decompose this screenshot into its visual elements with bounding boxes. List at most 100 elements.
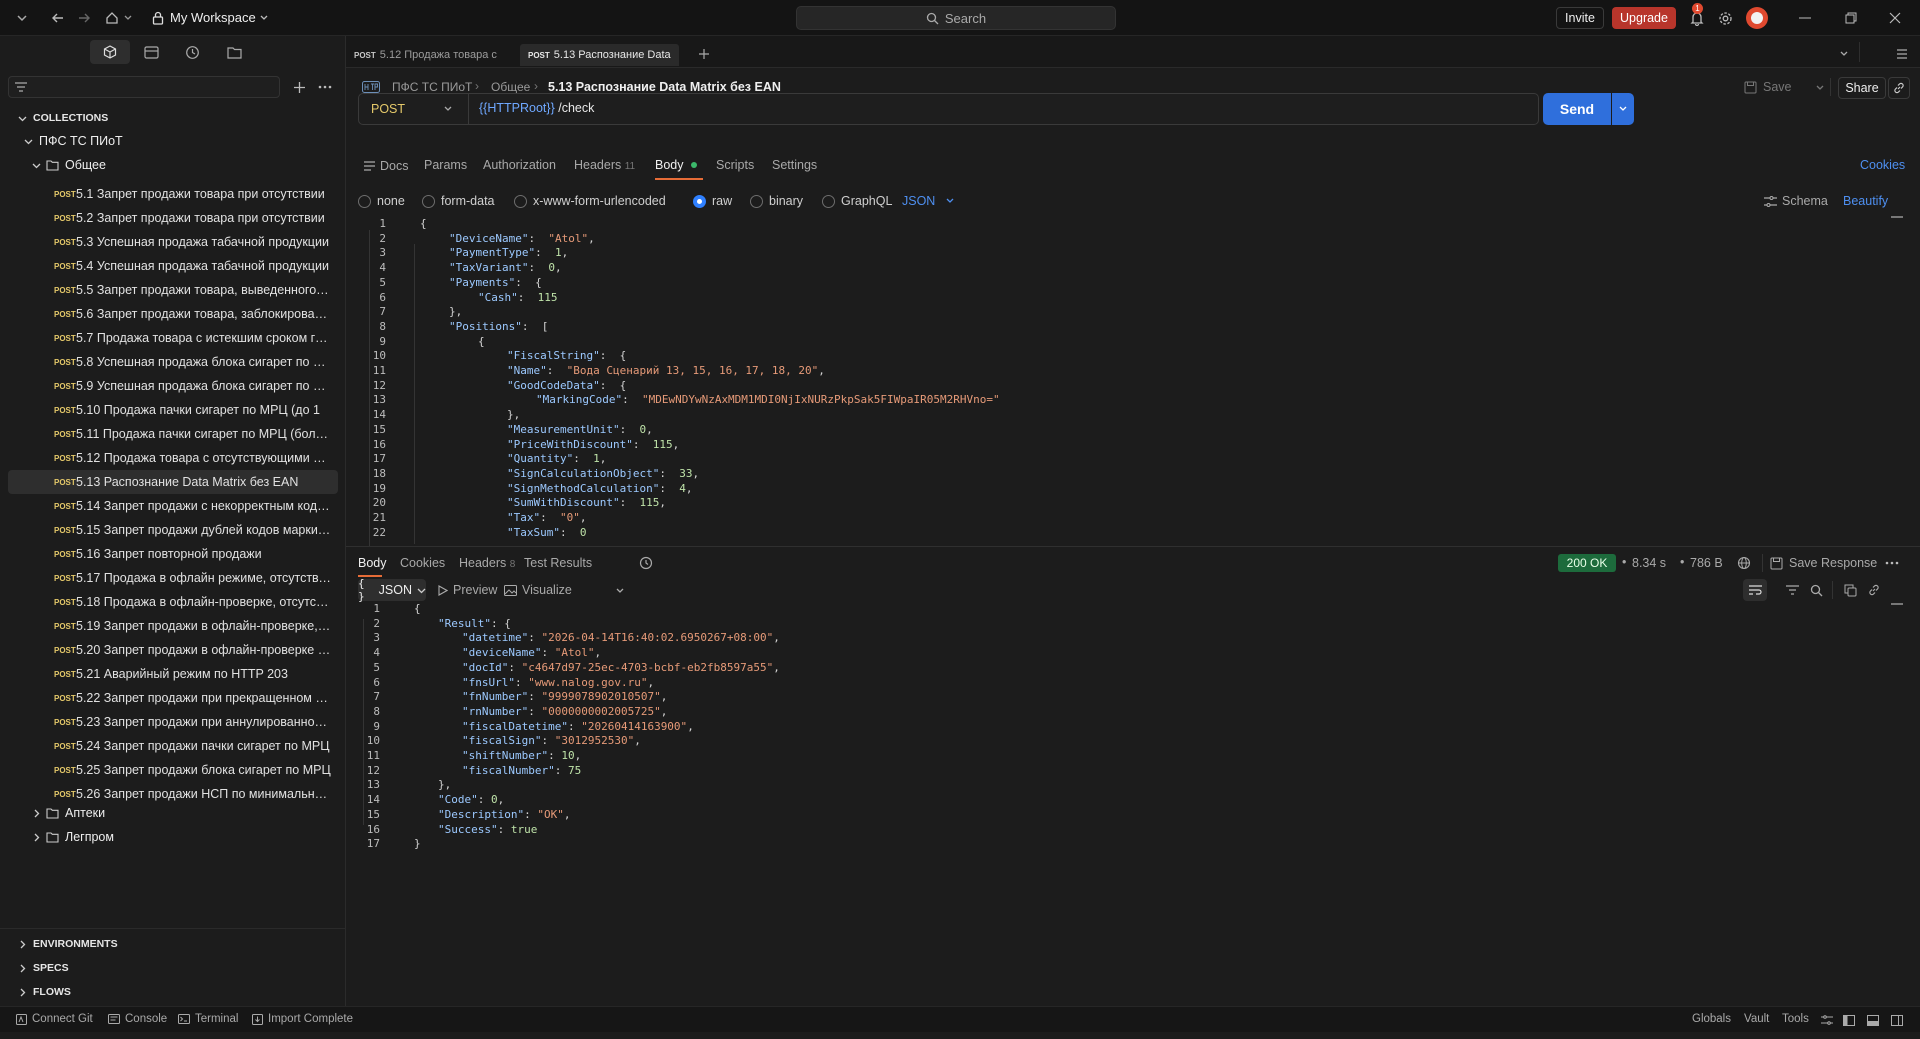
send-button[interactable]: Send	[1543, 93, 1611, 125]
upgrade-button[interactable]: Upgrade	[1612, 7, 1676, 29]
chevron-down-icon[interactable]	[614, 585, 626, 597]
tab-authorization[interactable]: Authorization	[483, 158, 556, 172]
cookies-link[interactable]: Cookies	[1860, 158, 1905, 172]
flows-section[interactable]: FLOWS	[18, 986, 71, 998]
minimize-icon[interactable]	[1796, 9, 1814, 27]
request-item[interactable]: POST 5.26 Запрет продажи НСП по минимальн…	[8, 782, 338, 806]
request-item[interactable]: POST 5.11 Продажа пачки сигарет по МРЦ (б…	[8, 422, 338, 446]
request-item[interactable]: POST 5.15 Запрет продажи дублей кодов мар…	[8, 518, 338, 542]
tab-request-active[interactable]: POST 5.13 Распознание Data	[520, 44, 679, 66]
copy-link-button[interactable]	[1888, 77, 1910, 99]
request-item[interactable]: POST 5.3 Успешная продажа табачной продук…	[8, 230, 338, 254]
request-item[interactable]: POST 5.18 Продажа в офлайн-проверке, отсу…	[8, 590, 338, 614]
request-item[interactable]: POST 5.19 Запрет продажи в офлайн-проверк…	[8, 614, 338, 638]
resp-tab-cookies[interactable]: Cookies	[400, 556, 445, 570]
vault-button[interactable]: Vault	[1744, 1013, 1769, 1025]
request-item[interactable]: POST 5.20 Запрет продажи в офлайн-проверк…	[8, 638, 338, 662]
request-item[interactable]: POST 5.2 Запрет продажи товара при отсутс…	[8, 206, 338, 230]
schema-button[interactable]: Schema	[1764, 194, 1828, 208]
layout-bottom-icon[interactable]	[1866, 1013, 1880, 1027]
request-item[interactable]: POST 5.6 Запрет продажи товара, заблокиро…	[8, 302, 338, 326]
save-response-button[interactable]: Save Response	[1770, 556, 1877, 570]
history-icon[interactable]	[638, 555, 654, 571]
radio-graphql[interactable]: GraphQL	[822, 194, 892, 208]
beautify-button[interactable]: Beautify	[1843, 194, 1888, 208]
share-button[interactable]: Share	[1838, 77, 1886, 99]
language-select[interactable]: JSON	[902, 194, 955, 208]
tab-options-icon[interactable]	[1894, 46, 1910, 62]
request-item[interactable]: POST 5.17 Продажа в офлайн режиме, отсутс…	[8, 566, 338, 590]
pane-divider[interactable]	[346, 546, 1920, 547]
chevron-down-icon[interactable]	[1814, 82, 1826, 94]
response-size[interactable]: 786 B	[1690, 556, 1723, 570]
more-options-icon[interactable]	[1884, 556, 1900, 570]
response-body-viewer[interactable]: 1 {2 "Result": {3 "datetime": "2026-04-14T1…	[346, 599, 1920, 1039]
folder-item[interactable]: Аптеки	[32, 806, 105, 820]
resp-tab-headers[interactable]: Headers 8	[459, 556, 515, 570]
specs-section[interactable]: SPECS	[18, 962, 69, 974]
radio-raw[interactable]: raw	[693, 194, 732, 208]
environments-section[interactable]: ENVIRONMENTS	[18, 938, 118, 950]
request-item[interactable]: POST 5.16 Запрет повторной продажи	[8, 542, 338, 566]
visualize-button[interactable]: Visualize	[504, 583, 572, 597]
environments-icon[interactable]	[142, 44, 160, 60]
gear-icon[interactable]	[1716, 9, 1734, 27]
close-icon[interactable]	[1886, 9, 1904, 27]
method-select[interactable]: POST	[359, 94, 469, 124]
collections-view-button[interactable]	[90, 40, 130, 64]
radio-urlencoded[interactable]: x-www-form-urlencoded	[514, 194, 666, 208]
resp-tab-body[interactable]: Body	[358, 556, 387, 570]
chevron-down-icon[interactable]	[14, 10, 30, 26]
folder-item[interactable]: Общее	[32, 158, 106, 172]
globe-icon[interactable]	[1736, 555, 1752, 571]
url-input[interactable]: {{HTTPRoot}} /check	[479, 101, 594, 115]
filter-input[interactable]	[8, 76, 280, 98]
request-item[interactable]: POST 5.1 Запрет продажи товара при отсутс…	[8, 182, 338, 206]
folder-item[interactable]: Легпром	[32, 830, 114, 844]
request-body-editor[interactable]: 1{2 "DeviceName": "Atol", 3 "PaymentType": …	[346, 216, 1920, 546]
more-options-icon[interactable]	[316, 78, 334, 96]
forward-arrow-icon[interactable]	[76, 10, 92, 26]
new-tab-plus-icon[interactable]	[696, 46, 712, 62]
request-item[interactable]: POST 5.14 Запрет продажи с некорректным к…	[8, 494, 338, 518]
send-options-button[interactable]	[1612, 93, 1634, 125]
layout-left-icon[interactable]	[1842, 1013, 1856, 1027]
response-time[interactable]: 8.34 s	[1632, 556, 1666, 570]
import-status[interactable]: Import Complete	[252, 1013, 353, 1025]
request-item[interactable]: POST 5.4 Успешная продажа табачной продук…	[8, 254, 338, 278]
invite-button[interactable]: Invite	[1556, 7, 1604, 29]
tab-body[interactable]: Body	[655, 158, 697, 172]
request-item[interactable]: POST 5.24 Запрет продажи пачки сигарет по…	[8, 734, 338, 758]
breadcrumb-collection[interactable]: ПФС ТС ПИоТ	[392, 80, 472, 94]
copy-icon[interactable]	[1842, 582, 1858, 598]
radio-none[interactable]: none	[358, 194, 405, 208]
format-select[interactable]: { } JSON	[358, 577, 426, 603]
back-arrow-icon[interactable]	[50, 10, 66, 26]
tab-scripts[interactable]: Scripts	[716, 158, 754, 172]
request-item[interactable]: POST 5.23 Запрет продажи при аннулированн…	[8, 710, 338, 734]
restore-icon[interactable]	[1842, 9, 1860, 27]
request-item[interactable]: POST 5.12 Продажа товара с отсутствующими…	[8, 446, 338, 470]
request-item[interactable]: POST 5.10 Продажа пачки сигарет по МРЦ (д…	[8, 398, 338, 422]
tab-docs[interactable]: Docs	[364, 159, 408, 173]
radio-binary[interactable]: binary	[750, 194, 803, 208]
save-button[interactable]: Save	[1744, 80, 1792, 94]
settings-sliders-icon[interactable]	[1820, 1013, 1834, 1027]
plus-icon[interactable]	[290, 78, 308, 96]
workspace-name[interactable]: My Workspace	[170, 10, 256, 25]
status-badge[interactable]: 200 OK	[1558, 554, 1616, 572]
tab-headers[interactable]: Headers 11	[574, 158, 635, 172]
request-item[interactable]: POST 5.5 Запрет продажи товара, выведенно…	[8, 278, 338, 302]
globals-button[interactable]: Globals	[1692, 1013, 1731, 1025]
console-button[interactable]: Console	[108, 1013, 167, 1025]
home-icon[interactable]	[104, 10, 120, 26]
request-item[interactable]: POST 5.13 Распознание Data Matrix без EAN	[8, 470, 338, 494]
filter-icon[interactable]	[1784, 582, 1800, 598]
tab-params[interactable]: Params	[424, 158, 467, 172]
tools-button[interactable]: Tools	[1782, 1013, 1809, 1025]
resp-tab-tests[interactable]: Test Results	[524, 556, 592, 570]
folder-icon[interactable]	[225, 44, 243, 60]
chevron-down-icon[interactable]	[258, 12, 270, 24]
search-icon[interactable]	[1808, 582, 1824, 598]
tab-settings[interactable]: Settings	[772, 158, 817, 172]
